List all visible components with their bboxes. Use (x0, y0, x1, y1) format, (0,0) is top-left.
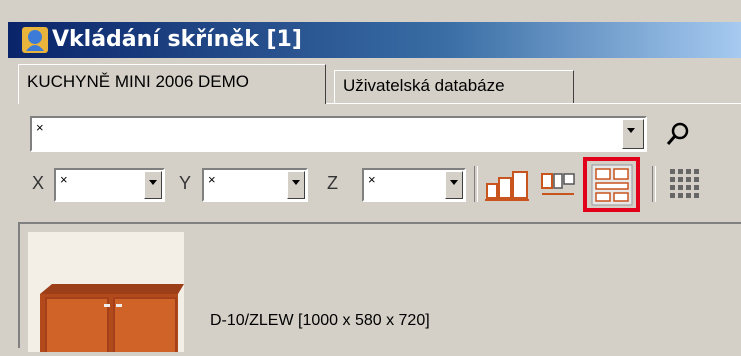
view-small-icons-button[interactable] (485, 170, 529, 202)
cabinet-image (40, 284, 184, 355)
x-filter-combo[interactable]: × (54, 168, 165, 202)
search-icon[interactable] (664, 120, 692, 148)
highlight-box (583, 157, 640, 212)
x-filter-value: × (60, 172, 68, 187)
y-dropdown-button[interactable] (287, 171, 305, 199)
tab-uzivatelska-databaze[interactable]: Uživatelská databáze (334, 70, 574, 104)
z-filter-value: × (368, 172, 376, 187)
grid-view-icon[interactable] (668, 167, 704, 203)
toolbar-separator (474, 166, 478, 202)
window-title: Vkládání skříněk [1] (52, 27, 302, 52)
search-combo[interactable]: × (30, 116, 647, 152)
z-filter-combo[interactable]: × (362, 168, 466, 202)
y-label: Y (179, 173, 192, 193)
y-filter-combo[interactable]: × (202, 168, 308, 202)
tab-kuchyne-mini[interactable]: KUCHYNĚ MINI 2006 DEMO (18, 64, 326, 104)
item-label: D-10/ZLEW [1000 x 580 x 720] (210, 312, 430, 329)
z-label: Z (327, 173, 338, 193)
z-dropdown-button[interactable] (445, 171, 463, 199)
view-medium-icons-button[interactable] (540, 170, 576, 200)
y-filter-value: × (208, 172, 216, 187)
x-label: X (32, 173, 45, 193)
app-icon (22, 27, 48, 53)
search-dropdown-button[interactable] (622, 119, 644, 149)
x-dropdown-button[interactable] (144, 171, 162, 199)
title-bar[interactable]: Vkládání skříněk [1] (8, 22, 741, 58)
item-thumbnail[interactable] (28, 232, 184, 355)
toolbar-separator-2 (652, 166, 656, 202)
search-value: × (36, 120, 44, 135)
